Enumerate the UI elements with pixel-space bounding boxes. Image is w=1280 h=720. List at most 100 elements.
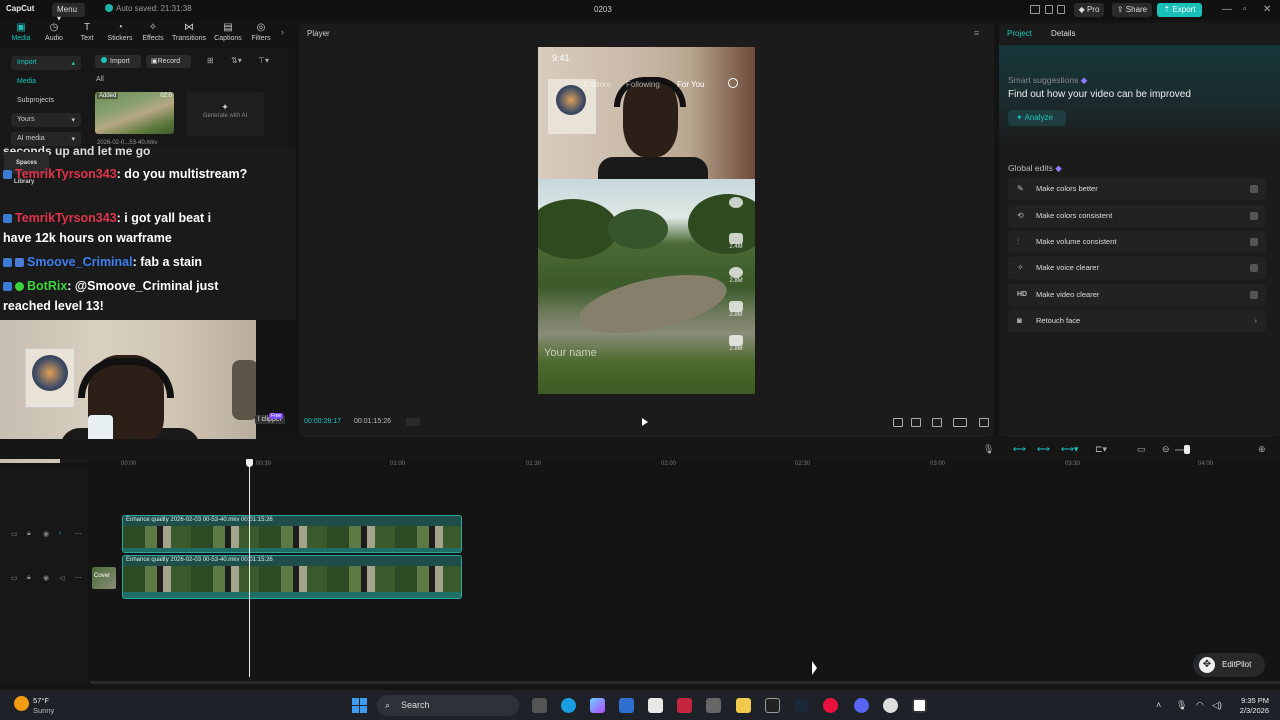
filter-icon[interactable]: ⊤▾ — [258, 56, 269, 65]
tool-effects[interactable]: ✧ Effects — [136, 22, 170, 42]
global-edit-video-clearer[interactable]: HD Make video clearer — [1008, 284, 1266, 306]
outlook-icon[interactable] — [619, 698, 634, 713]
generate-ai-card[interactable]: ✦ Generate with AI — [186, 92, 264, 136]
toolbar-more-icon[interactable]: › — [281, 27, 284, 37]
toggle-switch[interactable] — [1250, 238, 1258, 246]
controller-icon[interactable] — [706, 698, 721, 713]
editpilot-button[interactable]: ✥ EditPilot — [1193, 653, 1265, 677]
share-button[interactable]: ⇪ Share — [1112, 3, 1152, 17]
discord-icon[interactable] — [854, 698, 869, 713]
volume-tray-icon[interactable]: ◁) — [1212, 700, 1222, 711]
pro-button[interactable]: ◆ Pro — [1074, 3, 1104, 17]
file-explorer-icon[interactable] — [736, 698, 751, 713]
toggle-switch[interactable] — [1250, 264, 1258, 272]
store-icon[interactable] — [648, 698, 663, 713]
steam-icon[interactable] — [794, 698, 809, 713]
tab-details[interactable]: Details — [1051, 29, 1075, 38]
global-edit-retouch-face[interactable]: ◙ Retouch face › — [1008, 310, 1266, 332]
windows-start-icon[interactable] — [352, 698, 367, 713]
import-button[interactable]: Import — [95, 55, 141, 68]
toggle-switch[interactable] — [1250, 185, 1258, 193]
cover-thumbnail[interactable]: Cover — [92, 567, 116, 589]
lock-icon[interactable]: 🔒︎ — [27, 574, 31, 582]
media-thumbnail[interactable]: Added 02:0 — [95, 92, 174, 134]
global-edit-colors-consistent[interactable]: ⟲ Make colors consistent — [1008, 205, 1266, 227]
tool-stickers[interactable]: ◔ Stickers — [103, 22, 137, 42]
sidebar-item-yours[interactable]: Yours ▾ — [11, 113, 81, 127]
link-icon[interactable]: ⟷ — [1013, 444, 1026, 455]
audio-link-icon[interactable]: ‹ — [59, 530, 61, 537]
toggle-switch[interactable] — [1250, 212, 1258, 220]
analyze-button[interactable]: ✦ Analyze — [1008, 110, 1066, 126]
playhead-handle[interactable] — [246, 459, 253, 467]
menu-button[interactable]: Menu ▾ — [52, 3, 85, 23]
tool-audio[interactable]: ◷ Audio — [37, 22, 71, 42]
timeline-ruler[interactable]: 00:00 00:30 01:00 01:30 02:00 02:30 03:0… — [88, 459, 1280, 470]
video-clip-overlay[interactable]: Enhance quality 2026-02-03 00-53-40.mkv … — [122, 515, 462, 553]
weather-sun-icon[interactable] — [14, 696, 29, 711]
layout-icon[interactable] — [1030, 5, 1040, 14]
more-icon[interactable]: ⋯ — [75, 574, 82, 582]
weather-temp[interactable]: 57°F — [33, 696, 49, 705]
magnet-icon[interactable]: ⟷ — [1037, 444, 1050, 455]
record-button[interactable]: ▣Record — [146, 55, 191, 68]
tray-chevron-icon[interactable]: ˄ — [1156, 700, 1161, 710]
split-view-icon[interactable] — [1045, 5, 1053, 14]
tool-filters[interactable]: ◎ Filters — [244, 22, 278, 42]
lock-icon[interactable]: 🔒︎ — [27, 530, 31, 538]
global-edit-colors-better[interactable]: ✎ Make colors better — [1008, 178, 1266, 200]
global-edit-volume-consistent[interactable]: ⫶ Make volume consistent — [1008, 231, 1266, 253]
tool-text[interactable]: T Text — [70, 22, 104, 42]
video-clip-main[interactable]: Enhance quality 2026-02-03 00-53-40.mkv … — [122, 555, 462, 599]
clock-time[interactable]: 9:35 PM — [1225, 696, 1269, 705]
app-red-icon[interactable] — [677, 698, 692, 713]
edge-icon[interactable] — [561, 698, 576, 713]
weather-condition[interactable]: Sunny — [33, 706, 54, 715]
view-grid-icon[interactable]: ⊞ — [207, 56, 214, 65]
ratio-icon[interactable] — [953, 418, 967, 427]
tab-project[interactable]: Project — [1007, 29, 1032, 38]
player-menu-icon[interactable]: ≡ — [974, 28, 979, 38]
sidebar-item-import[interactable]: Import ▴ — [11, 56, 81, 70]
speaker-icon[interactable]: ◁ — [59, 574, 64, 582]
opera-icon[interactable] — [823, 698, 838, 713]
export-button[interactable]: ⇡ Export — [1157, 3, 1202, 17]
zoom-in-icon[interactable]: ⊕ — [1258, 444, 1266, 455]
more-icon[interactable]: ⋯ — [75, 530, 82, 538]
eye-icon[interactable]: ◉ — [43, 530, 49, 538]
sidebar-item-subprojects[interactable]: Subprojects — [11, 94, 81, 108]
eye-icon[interactable]: ◉ — [43, 574, 49, 582]
microphone-icon[interactable]: 🎙 — [983, 444, 994, 455]
sort-icon[interactable]: ⇅▾ — [231, 56, 242, 65]
close-icon[interactable]: ✕ — [1263, 4, 1271, 15]
capcut-x-icon[interactable] — [765, 698, 780, 713]
filter-all-label[interactable]: All — [96, 76, 104, 83]
quality-icon[interactable] — [893, 418, 903, 427]
task-view-icon[interactable] — [532, 698, 547, 713]
fullscreen-icon[interactable] — [979, 418, 989, 427]
crop-icon[interactable] — [932, 418, 942, 427]
play-button[interactable] — [642, 418, 648, 426]
track-toggle-icon[interactable]: ▭ — [11, 574, 18, 582]
timeline-scrollbar[interactable] — [90, 681, 1280, 684]
zoom-out-icon[interactable]: ⊖ — [1162, 444, 1170, 455]
chrome-icon[interactable] — [883, 698, 898, 713]
fullres-icon[interactable] — [911, 418, 921, 427]
toggle-switch[interactable] — [1250, 291, 1258, 299]
tool-media[interactable]: ▣ Media — [4, 22, 38, 42]
taskbar-search[interactable]: ⌕ Search — [377, 695, 519, 716]
maximize-icon[interactable]: ▫ — [1243, 4, 1247, 15]
playhead[interactable] — [249, 459, 250, 677]
tool-captions[interactable]: ▤ Captions — [211, 22, 245, 42]
minimize-icon[interactable]: — — [1222, 4, 1232, 15]
snap-icon[interactable]: ⟷▾ — [1061, 444, 1078, 455]
capcut-taskbar-icon[interactable] — [912, 698, 927, 713]
clock-date[interactable]: 2/3/2026 — [1225, 706, 1269, 715]
track-toggle-icon[interactable]: ▭ — [11, 530, 18, 538]
global-edit-voice-clearer[interactable]: ✧ Make voice clearer — [1008, 257, 1266, 279]
wifi-icon[interactable]: ◠ — [1196, 700, 1204, 711]
shortcut-icon[interactable] — [1057, 5, 1065, 14]
caption-track-icon[interactable]: ▭ — [1137, 444, 1146, 455]
preview-axis-icon[interactable]: ⊏▾ — [1095, 444, 1107, 455]
tool-transitions[interactable]: ⋈ Transitions — [172, 22, 206, 42]
